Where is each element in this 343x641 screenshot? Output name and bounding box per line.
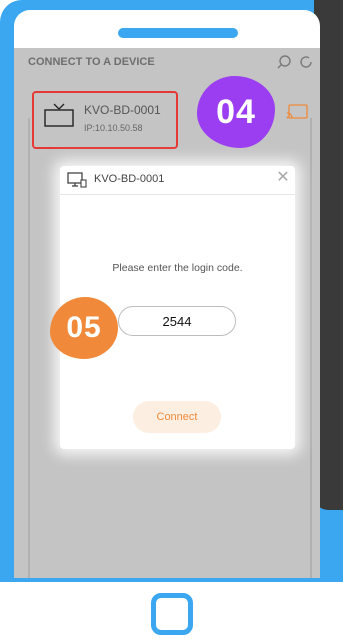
device-name: KVO-BD-0001 — [84, 103, 161, 117]
refresh-icon[interactable] — [298, 54, 314, 70]
cast-icon[interactable] — [286, 104, 308, 120]
device-list-item[interactable]: KVO-BD-0001 IP:10.10.50.58 — [32, 91, 178, 149]
dialog-title: KVO-BD-0001 — [94, 173, 165, 185]
home-button[interactable] — [151, 593, 193, 635]
page-title: CONNECT TO A DEVICE — [28, 56, 155, 68]
phone-speaker — [118, 28, 238, 38]
login-prompt: Please enter the login code. — [112, 262, 243, 274]
screen-share-icon — [67, 172, 87, 188]
login-code-input[interactable] — [118, 306, 236, 336]
device-ip: IP:10.10.50.58 — [84, 123, 143, 133]
app-header: CONNECT TO A DEVICE — [14, 48, 320, 78]
step-badge-04: 04 — [197, 76, 275, 148]
search-icon[interactable] — [276, 54, 292, 70]
step-badge-05: 05 — [50, 297, 118, 359]
tv-icon — [44, 103, 74, 127]
close-icon[interactable]: ✕ — [274, 169, 292, 187]
dialog-header: KVO-BD-0001 ✕ — [60, 166, 295, 195]
connect-button[interactable]: Connect — [133, 401, 221, 433]
